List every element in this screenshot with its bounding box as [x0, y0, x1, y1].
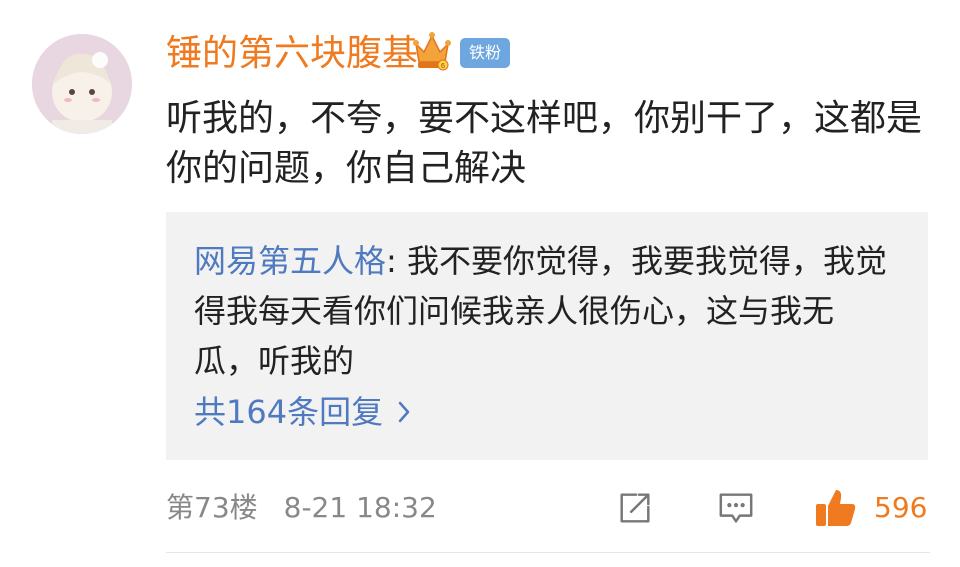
svg-text:6: 6	[441, 63, 445, 70]
reply-separator: :	[386, 242, 407, 280]
view-replies-link[interactable]: 共164条回复	[194, 390, 411, 434]
comment-username[interactable]: 锤的第六块腹基	[166, 30, 418, 78]
user-avatar[interactable]	[32, 34, 132, 134]
reply-button[interactable]	[716, 486, 758, 530]
comment-floor: 第73楼	[166, 491, 258, 524]
share-icon	[620, 493, 650, 523]
like-button[interactable]: 596	[814, 486, 927, 530]
comment-icon	[719, 493, 753, 523]
divider	[166, 552, 930, 553]
share-button[interactable]	[616, 486, 658, 530]
fan-badge[interactable]: 铁粉	[460, 38, 510, 68]
like-count: 596	[874, 491, 928, 524]
reply-content: 网易第五人格: 我不要你觉得，我要我觉得，我觉得我每天看你们问候我亲人很伤心，这…	[194, 236, 894, 386]
reply-author[interactable]: 网易第五人格	[194, 242, 386, 280]
reply-count-label: 共164条回复	[194, 393, 384, 431]
comment-meta: 第73楼 8-21 18:32	[166, 486, 437, 530]
thumbs-up-icon	[816, 490, 856, 526]
comment-time: 8-21 18:32	[283, 491, 437, 524]
reply-preview[interactable]: 网易第五人格: 我不要你觉得，我要我觉得，我觉得我每天看你们问候我亲人很伤心，这…	[166, 212, 928, 460]
avatar-image	[32, 34, 132, 134]
crown-vip-icon: 6	[412, 30, 452, 72]
chevron-right-icon	[398, 401, 410, 423]
comment-text: 听我的，不夸，要不这样吧，你别干了，这都是你的问题，你自己解决	[166, 98, 923, 189]
